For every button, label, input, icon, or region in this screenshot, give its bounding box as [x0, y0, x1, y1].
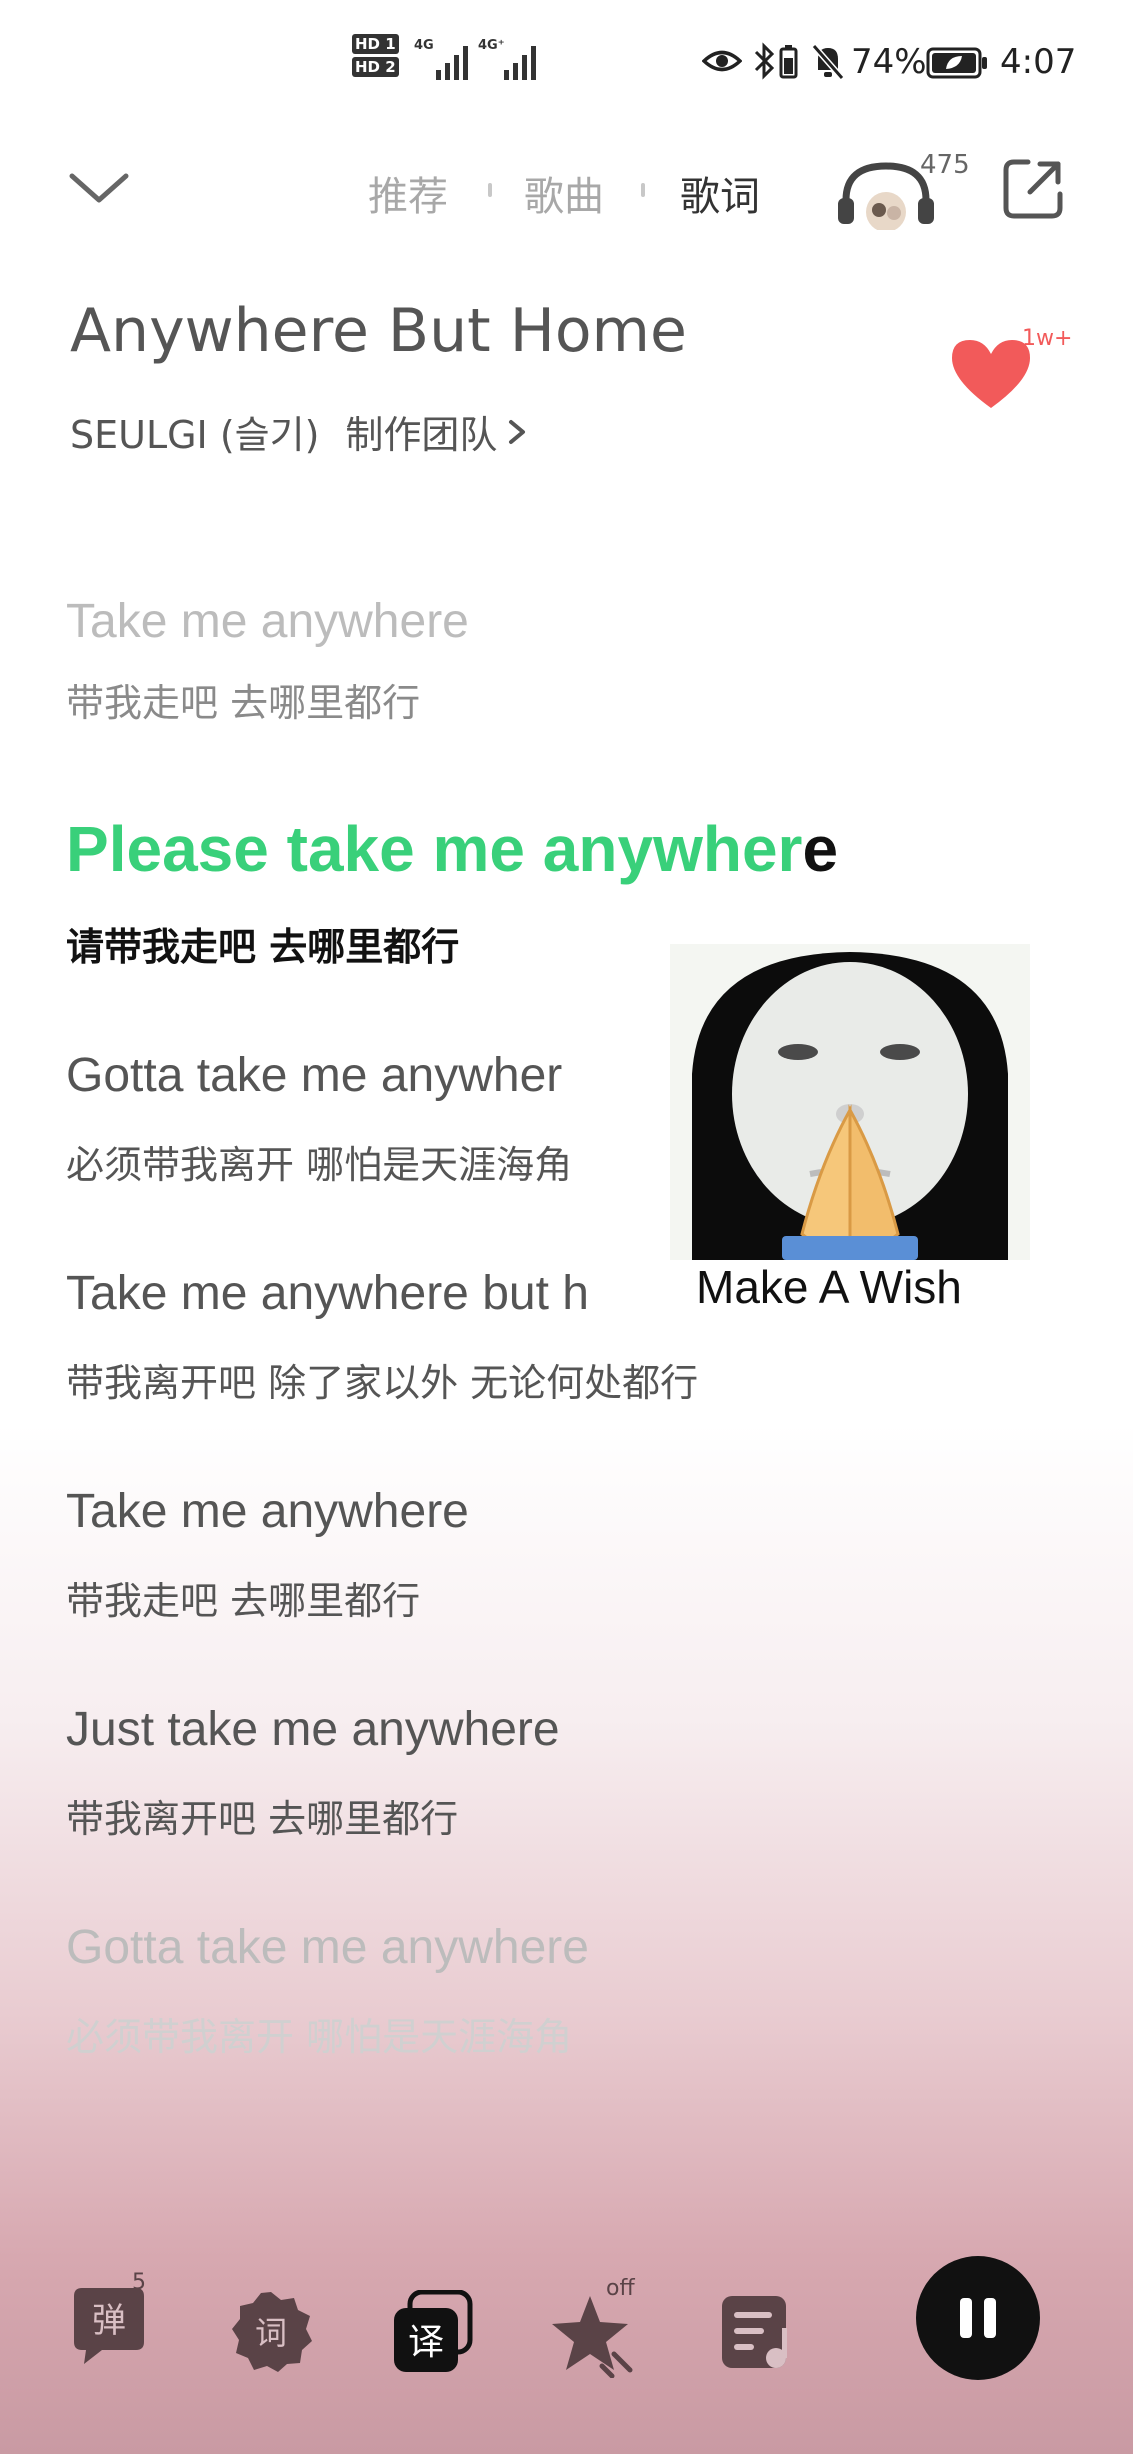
pause-button[interactable]: [916, 2256, 1040, 2380]
mute-bell-icon: [811, 44, 845, 80]
sticker-overlay: Make A Wish: [652, 940, 1048, 1324]
lyric-unsung-part: e: [802, 813, 839, 885]
lyric-line-en[interactable]: Gotta take me anywher: [66, 1048, 562, 1103]
tab-recommend[interactable]: 推荐: [368, 164, 448, 222]
battery-saver-icon: [926, 47, 987, 79]
share-icon: [1003, 159, 1063, 219]
artist-name[interactable]: SEULGI (슬기): [70, 404, 319, 459]
hd2-badge: HD 2: [352, 57, 399, 77]
lyric-line-cn: 必须带我离开 哪怕是天涯海角: [66, 2015, 573, 2059]
lyric-line-en[interactable]: Take me anywhere: [66, 1484, 469, 1539]
lyric-line-cn-active: 请带我走吧 去哪里都行: [66, 925, 460, 969]
danmaku-label: 弹: [92, 2301, 126, 2341]
star-effect-icon: [552, 2296, 633, 2378]
tab-divider: [488, 183, 492, 197]
clock: 4:07: [1000, 42, 1077, 82]
lyrics-mode-label: 词: [255, 2314, 287, 2352]
translate-button[interactable]: 译: [390, 2289, 476, 2376]
lyric-line-cn: 带我离开吧 除了家以外 无论何处都行: [66, 1361, 699, 1405]
network-type-1: 4G: [414, 38, 434, 53]
translate-label: 译: [408, 2322, 444, 2363]
lyric-line-cn: 带我离开吧 去哪里都行: [66, 1797, 459, 1841]
lyric-line-en[interactable]: Gotta take me anywhere: [66, 1920, 589, 1975]
lyric-line-cn: 带我走吧 去哪里都行: [66, 681, 421, 725]
effect-button[interactable]: off: [550, 2276, 650, 2378]
signal-bars-1-icon: [436, 46, 468, 80]
lyrics-badge-icon: 词: [232, 2292, 312, 2372]
battery-percent: 74%: [851, 42, 927, 82]
status-bar: HD 1 HD 2 4G 4G⁺ 74% 4:07: [0, 0, 1133, 130]
bluetooth-icon: [754, 42, 775, 80]
playlist-icon: [722, 2296, 787, 2368]
pause-icon: [960, 2298, 996, 2338]
danmaku-button[interactable]: 弹 5: [68, 2270, 168, 2374]
production-team-link[interactable]: 制作团队: [345, 404, 497, 459]
song-meta: SEULGI (슬기) 制作团队: [70, 404, 529, 459]
danmaku-count: 5: [132, 2270, 146, 2295]
chevron-right-icon: [509, 419, 526, 444]
listen-together-button[interactable]: 475: [836, 150, 976, 230]
like-button[interactable]: 1w+: [946, 322, 1076, 412]
lyrics-mode-button[interactable]: 词: [230, 2290, 312, 2372]
small-battery-icon: [779, 45, 798, 79]
lyric-sung-part: Please take me anywher: [66, 813, 803, 885]
song-title: Anywhere But Home: [70, 296, 687, 366]
lyric-line-en[interactable]: Take me anywhere: [66, 594, 469, 649]
share-button[interactable]: [1000, 156, 1066, 222]
sim-indicators: HD 1 HD 2: [352, 34, 399, 77]
lyric-line-en[interactable]: Take me anywhere but h: [66, 1266, 589, 1321]
hd1-badge: HD 1: [352, 34, 399, 54]
collapse-button[interactable]: [64, 162, 134, 212]
playlist-button[interactable]: [718, 2292, 800, 2374]
translate-icon: 译: [394, 2289, 473, 2372]
effect-status: off: [606, 2276, 635, 2301]
lyric-line-en[interactable]: Just take me anywhere: [66, 1702, 560, 1757]
sticker-caption: Make A Wish: [696, 1261, 962, 1313]
chevron-down-icon: [69, 173, 129, 203]
tab-divider: [641, 183, 645, 197]
danmaku-bubble-icon: 弹: [74, 2288, 144, 2364]
signal-bars-2-icon: [504, 46, 536, 80]
lyric-line-en-active[interactable]: Please take me anywhere: [66, 812, 838, 886]
tab-lyrics[interactable]: 歌词: [680, 164, 760, 222]
praying-face-sticker: [670, 944, 1030, 1260]
like-count: 1w+: [1022, 326, 1073, 351]
lyric-line-cn: 必须带我离开 哪怕是天涯海角: [66, 1143, 573, 1187]
tab-song[interactable]: 歌曲: [524, 164, 604, 222]
lyric-line-cn: 带我走吧 去哪里都行: [66, 1579, 421, 1623]
listener-count: 475: [920, 150, 970, 180]
eye-icon: [702, 50, 742, 72]
